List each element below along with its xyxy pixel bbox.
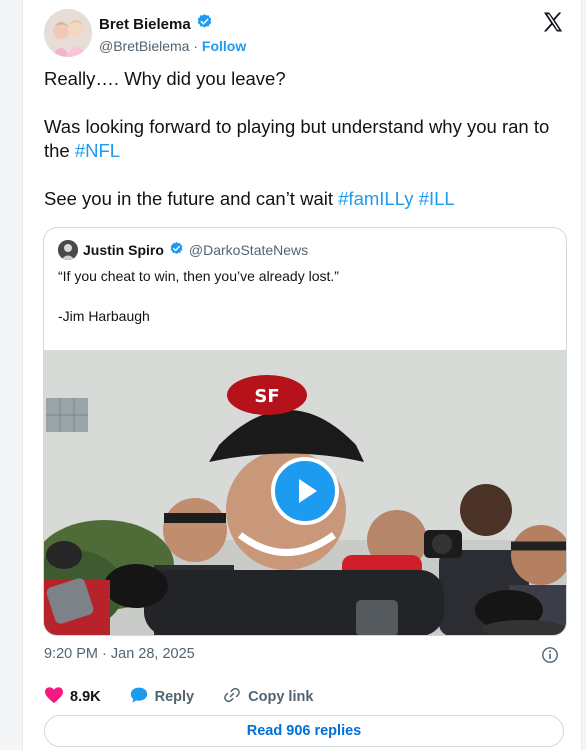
link-icon [222, 686, 242, 708]
verified-badge-icon [169, 241, 184, 259]
info-icon[interactable] [541, 646, 559, 664]
quote-avatar[interactable] [58, 240, 78, 260]
reply-bubble-icon [129, 686, 149, 708]
author-avatar[interactable] [44, 9, 92, 57]
quoted-tweet[interactable]: Justin Spiro @DarkoStateNews “If you che… [43, 227, 567, 636]
quote-text: “If you cheat to win, then you’ve alread… [58, 266, 553, 346]
action-bar: 8.9K Reply Copy link [44, 686, 341, 708]
follow-button[interactable]: Follow [202, 38, 246, 54]
hashtag-link[interactable]: #ILL [419, 188, 455, 209]
tweet-paragraph-3: See you in the future and can’t wait #fa… [44, 187, 564, 211]
quote-line-1: “If you cheat to win, then you’ve alread… [58, 268, 339, 284]
read-replies-button[interactable]: Read 906 replies [44, 715, 564, 747]
quote-line-2: -Jim Harbaugh [58, 308, 150, 324]
author-name[interactable]: Bret Bielema [99, 16, 191, 33]
quote-header: Justin Spiro @DarkoStateNews [58, 240, 308, 260]
video-thumbnail[interactable]: SF [44, 350, 566, 635]
x-logo-icon[interactable] [541, 10, 565, 34]
hashtag-link[interactable]: #famILLy [338, 188, 413, 209]
play-icon[interactable] [280, 467, 330, 515]
copy-link-button[interactable]: Copy link [222, 686, 313, 708]
reply-label: Reply [154, 689, 195, 705]
reply-button[interactable]: Reply [129, 686, 195, 708]
paragraph-text: See you in the future and can’t wait [44, 188, 339, 209]
tweet-card: Bret Bielema @BretBielema · Follow Reall… [22, 0, 582, 750]
quote-author-handle[interactable]: @DarkoStateNews [189, 242, 308, 258]
handle-separator: · [193, 38, 199, 54]
quote-author-name[interactable]: Justin Spiro [83, 242, 164, 258]
svg-text:SF: SF [254, 386, 279, 407]
author-handle[interactable]: @BretBielema [99, 38, 189, 54]
tweet-timestamp[interactable]: 9:20 PM · Jan 28, 2025 [44, 646, 195, 662]
hashtag-link[interactable]: #NFL [75, 140, 120, 161]
tweet-paragraph-2: Was looking forward to playing but under… [44, 115, 564, 163]
like-count: 8.9K [70, 689, 101, 705]
tweet-paragraph-1: Really…. Why did you leave? [44, 68, 286, 89]
author-block: Bret Bielema @BretBielema · Follow [99, 13, 246, 54]
heart-icon [44, 686, 64, 708]
copy-link-label: Copy link [248, 689, 314, 705]
tweet-text: Really…. Why did you leave? Was looking … [44, 67, 564, 235]
verified-badge-icon [196, 13, 213, 35]
like-button[interactable]: 8.9K [44, 686, 101, 708]
